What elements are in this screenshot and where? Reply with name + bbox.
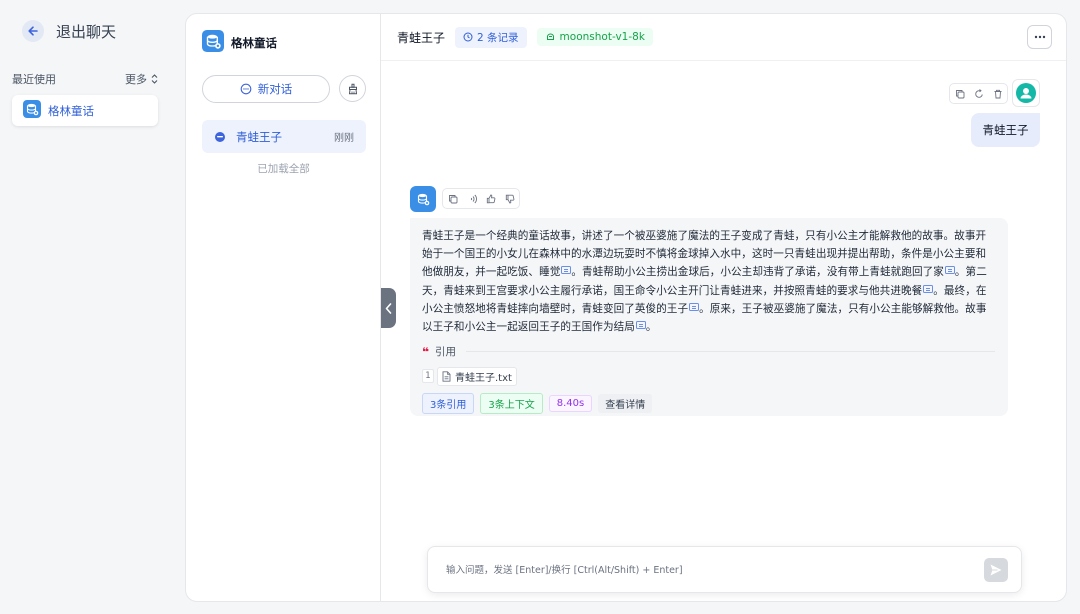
view-details-button[interactable]: 查看详情 [598,394,653,414]
user-message-bubble: 青蛙王子 [971,113,1040,147]
delete-button[interactable] [988,84,1007,103]
ai-text-segment: 。 [645,321,657,334]
app-sidebar: 退出聊天 最近使用 更多 格林童话 [0,0,172,614]
chevron-left-icon [385,302,392,314]
recent-header: 最近使用 更多 [12,71,158,87]
send-button[interactable] [984,558,1008,582]
recent-label: 最近使用 [12,73,56,86]
like-button[interactable] [481,189,500,208]
thumbs-up-icon [486,194,495,203]
model-badge: moonshot-v1-8k [536,28,653,46]
copy-icon [448,194,457,203]
model-label: moonshot-v1-8k [559,31,645,43]
records-badge: 2 条记录 [455,26,527,48]
app-item-label: 格林童话 [48,103,94,118]
read-aloud-button[interactable] [462,189,481,208]
exit-chat-button[interactable]: 退出聊天 [22,20,116,42]
citations-badge[interactable]: 3条引用 [422,393,475,415]
context-badge[interactable]: 3条上下文 [480,393,543,415]
quote-header: ❝ 引用 [422,344,995,359]
more-options-button[interactable] [1027,25,1052,49]
dislike-button[interactable] [500,189,519,208]
sound-wave-icon [470,194,477,203]
collapse-panel-handle[interactable] [381,288,396,328]
new-chat-label: 新对话 [257,82,293,96]
citation-icon[interactable] [635,321,646,330]
exit-chat-label: 退出聊天 [56,22,117,41]
divider [466,351,995,353]
response-stats: 3条引用 3条上下文 8.40s 查看详情 [422,393,995,415]
user-message-toolbar [949,83,1008,104]
citation-icon[interactable] [689,302,700,311]
citation-icon[interactable] [923,284,934,293]
app-title: 格林童话 [231,35,277,50]
citation-icon[interactable] [944,266,955,275]
new-chat-button[interactable]: 新对话 [202,75,330,103]
citation-icon[interactable] [561,266,572,275]
ellipsis-icon [1034,35,1045,39]
model-icon [546,33,554,40]
chat-bubble-icon [240,83,252,95]
database-app-icon [417,193,430,206]
quote-icon: ❝ [422,344,430,359]
ai-message-toolbar [442,188,520,209]
conversation-panel: 格林童话 新对话 青蛙王子 刚刚 已加载全部 [186,14,381,601]
duration-badge: 8.40s [548,395,593,413]
ai-text-segment: 。青蛙帮助小公主捞出金球后，小公主却违背了承诺，没有带上青蛙就跑回了家 [571,266,944,279]
chat-input[interactable] [446,561,946,579]
clock-icon [463,32,473,42]
regenerate-button[interactable] [969,84,988,103]
main-card: 格林童话 新对话 青蛙王子 刚刚 已加载全部 青蛙王子 2 条记录 moonsh… [185,13,1067,602]
chat-input-box [427,546,1022,593]
ai-message-text: 青蛙王子是一个经典的童话故事，讲述了一个被巫婆施了魔法的王子变成了青蛙，只有小公… [422,227,995,336]
back-arrow-icon [22,20,44,42]
conversation-item[interactable]: 青蛙王子 刚刚 [202,120,366,153]
send-icon [990,564,1002,576]
source-index: 1 [422,369,434,384]
user-icon [1016,83,1036,103]
chat-header: 青蛙王子 2 条记录 moonshot-v1-8k [381,14,1066,61]
more-apps-button[interactable]: 更多 [125,71,158,87]
database-app-icon [202,30,224,55]
conversation-time: 刚刚 [334,133,354,144]
loaded-all-text: 已加载全部 [257,163,310,175]
sort-chevron-icon [151,74,158,84]
copy-button[interactable] [950,84,969,103]
thumbs-down-icon [505,194,514,203]
more-label: 更多 [125,73,147,86]
refresh-icon [974,88,983,98]
conversation-panel-header: 格林童话 [202,30,277,55]
conversation-dot-icon [215,131,225,142]
source-file-chip[interactable]: 青蛙王子.txt [437,366,517,386]
conversation-title: 青蛙王子 [236,129,282,144]
trash-icon [994,89,1001,98]
user-avatar [1012,79,1040,107]
sidebar-app-item[interactable]: 格林童话 [12,95,158,126]
copy-button[interactable] [443,189,462,208]
chat-title: 青蛙王子 [397,30,446,45]
clear-history-button[interactable] [339,75,366,102]
file-icon [442,371,451,382]
source-file-name: 青蛙王子.txt [455,372,512,384]
ai-message-bubble: 青蛙王子是一个经典的童话故事，讲述了一个被巫婆施了魔法的王子变成了青蛙，只有小公… [410,218,1008,416]
broom-icon [348,83,357,94]
ai-avatar [410,186,436,212]
copy-icon [955,89,964,98]
records-label: 2 条记录 [477,31,519,44]
source-file-row: 1 青蛙王子.txt [422,366,995,386]
quote-label: 引用 [435,346,457,359]
database-app-icon [23,100,41,121]
